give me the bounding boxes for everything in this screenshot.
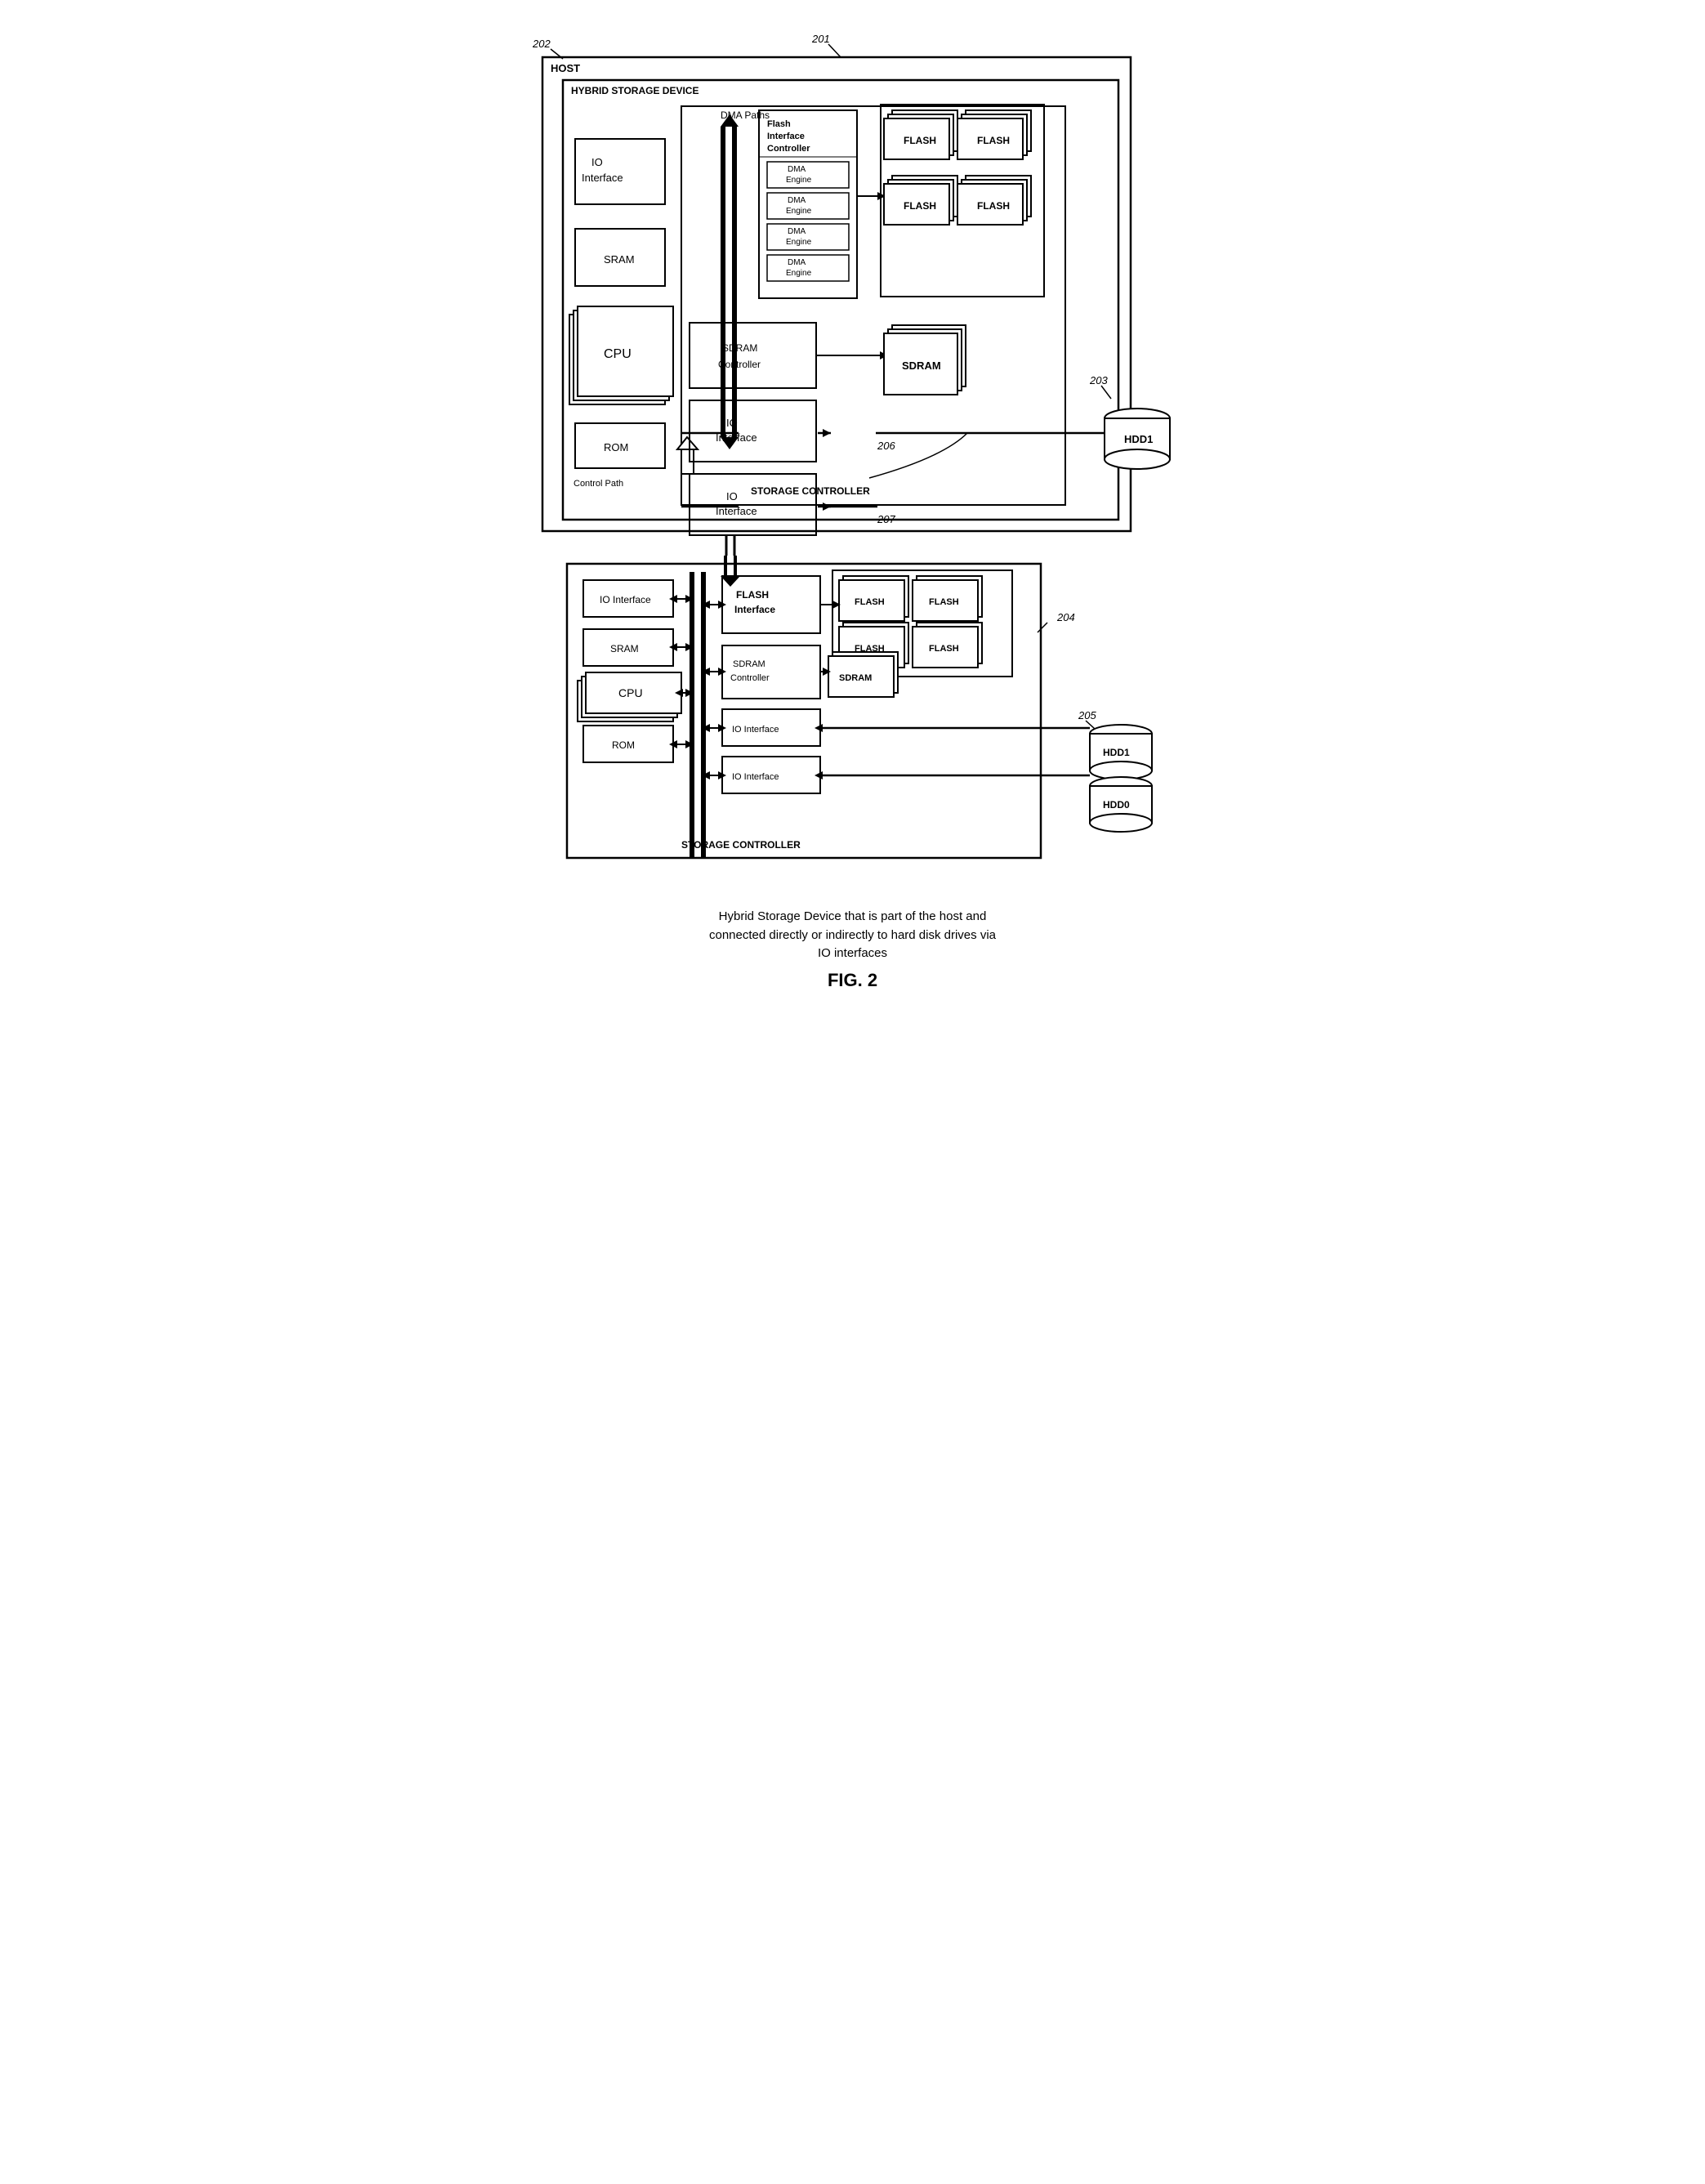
fig-label: FIG. 2 [828, 970, 877, 991]
dma-engine-1-label2: Engine [786, 176, 812, 185]
storage-controller-box [681, 106, 1065, 505]
ref-203-label: 203 [1089, 374, 1108, 386]
bot-sdram-ctrl-box [722, 645, 820, 699]
top-to-bottom-arrow [721, 576, 740, 587]
bot-hdd0-bottom-ellipse [1090, 814, 1152, 832]
fic-title: Flash [767, 119, 791, 129]
bot-sdram-ctrl-label2: Controller [730, 673, 770, 683]
cpu-label: CPU [604, 347, 632, 361]
host-label: HOST [551, 62, 580, 74]
io-interface-2-label: IO [726, 490, 738, 502]
fic-title3: Controller [767, 144, 810, 154]
ref-207-label: 207 [877, 513, 895, 525]
hdd1-label: HDD1 [1124, 433, 1153, 445]
hybrid-device-label: HYBRID STORAGE DEVICE [571, 85, 699, 96]
ref-204-label: 204 [1056, 611, 1075, 623]
fic-title2: Interface [767, 132, 805, 141]
storage-controller-label: STORAGE CONTROLLER [751, 485, 870, 497]
bot-flash-1a-label: FLASH [855, 597, 885, 607]
flash-1b-label: FLASH [977, 135, 1010, 146]
hdd1-to-io1-arrow [815, 724, 823, 732]
bot-sdram-label: SDRAM [839, 673, 872, 683]
dma-bus-left [721, 127, 725, 437]
diagram-svg: 202 201 HOST HYBRID STORAGE DEVICE STORA… [518, 33, 1188, 891]
bot-hdd1-label: HDD1 [1103, 747, 1130, 758]
dma-engine-4-label: DMA [788, 258, 806, 267]
dma-bus-right [732, 127, 737, 437]
flash-2a-label: FLASH [904, 200, 936, 212]
ref-202-label: 202 [532, 38, 551, 50]
control-path-label: Control Path [574, 479, 623, 489]
sdram-ctrl-label2: Controller [718, 359, 761, 370]
bot-bus-right [701, 572, 706, 858]
host-box [542, 57, 1131, 531]
dma-engine-3-label: DMA [788, 227, 806, 236]
dma-engine-1-label: DMA [788, 165, 806, 174]
bot-flash-interface-label2: Interface [734, 604, 775, 615]
caption: Hybrid Storage Device that is part of th… [709, 908, 996, 963]
flash-2b-label: FLASH [977, 200, 1010, 212]
sram-label: SRAM [604, 253, 635, 266]
dma-engine-2-label: DMA [788, 196, 806, 205]
dma-engine-2-label2: Engine [786, 207, 812, 216]
main-diagram: 202 201 HOST HYBRID STORAGE DEVICE STORA… [518, 33, 1188, 895]
sdram-ctrl-box [690, 323, 816, 388]
bot-rom-label: ROM [612, 739, 635, 751]
bot-flash-interface-label: FLASH [736, 589, 769, 601]
io-interface-label-top: IO [591, 156, 603, 168]
sdram-ctrl-label: SDRAM [722, 342, 757, 354]
io-interface-label-top2: Interface [582, 172, 623, 184]
dma-engine-3-label2: Engine [786, 238, 812, 247]
io-interface-1-label: IO [726, 417, 738, 429]
bot-flash-2b-label: FLASH [929, 644, 959, 654]
caption-line1: Hybrid Storage Device that is part of th… [719, 909, 987, 923]
ref-206-label: 206 [877, 440, 895, 452]
hdd1-bottom-ellipse [1105, 449, 1170, 469]
ref-201-label: 201 [811, 33, 830, 45]
control-arrow-head [677, 437, 698, 449]
caption-line3: IO interfaces [818, 946, 887, 960]
bot-bus-left [690, 572, 694, 858]
hybrid-device-box [563, 80, 1118, 520]
sdram-label: SDRAM [902, 360, 941, 372]
bot-cpu-label: CPU [618, 686, 643, 699]
bot-flash-1b-label: FLASH [929, 597, 959, 607]
caption-line2: connected directly or indirectly to hard… [709, 928, 996, 942]
bot-sram-label: SRAM [610, 643, 639, 654]
bot-sdram-ctrl-label: SDRAM [733, 659, 765, 669]
bot-io-interface-1-label: IO Interface [732, 725, 779, 735]
ref-205-label: 205 [1078, 709, 1096, 721]
bot-io-interface-2-label: IO Interface [732, 772, 779, 782]
hdd0-to-io2-arrow [815, 771, 823, 779]
bot-io-interface-label: IO Interface [600, 594, 651, 605]
bot-hdd0-label: HDD0 [1103, 799, 1130, 811]
dma-engine-4-label2: Engine [786, 269, 812, 278]
flash-1a-label: FLASH [904, 135, 936, 146]
rom-label: ROM [604, 441, 628, 453]
bottom-storage-label: STORAGE CONTROLLER [681, 839, 801, 851]
